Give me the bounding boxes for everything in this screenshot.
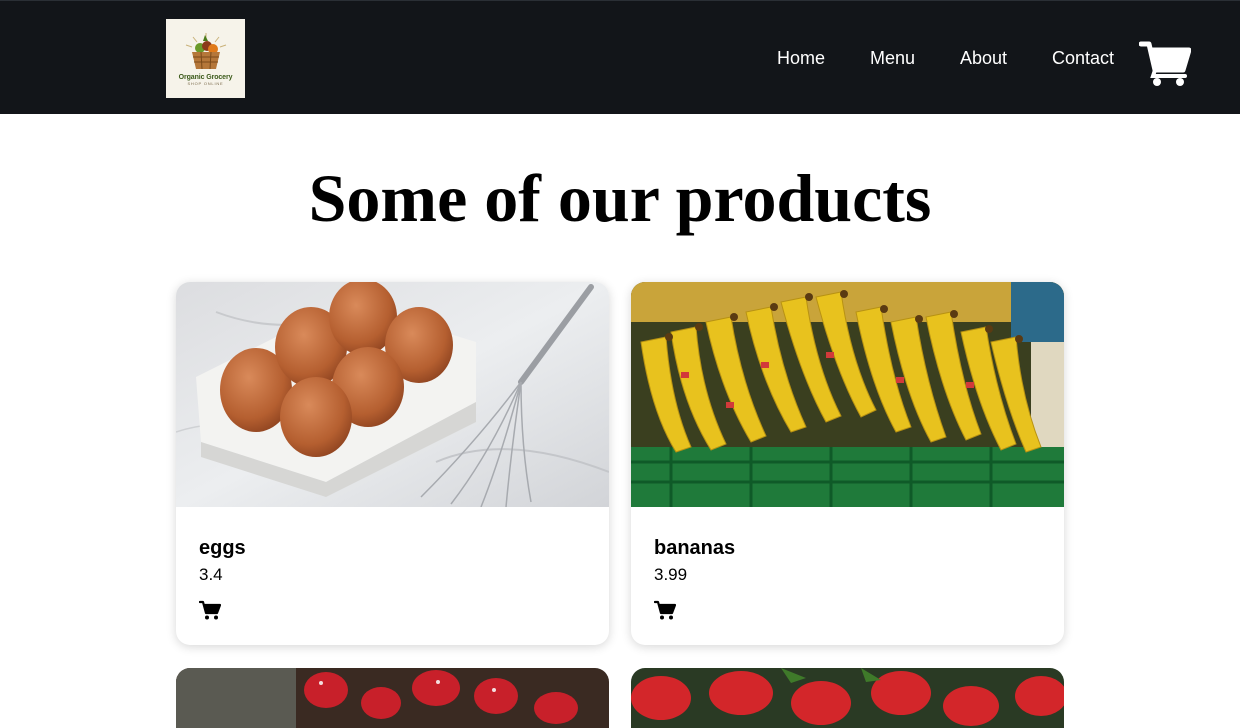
add-to-cart-button[interactable]: [198, 600, 222, 620]
nav-link-contact[interactable]: Contact: [1052, 47, 1114, 69]
product-price: 3.99: [654, 565, 688, 584]
strawberries-photo: [176, 668, 609, 728]
product-card-partial-2: [631, 668, 1064, 728]
nav-link-home[interactable]: Home: [777, 47, 825, 69]
product-card-bananas: bananas 3.99: [631, 282, 1064, 645]
product-name: eggs: [199, 537, 246, 559]
navbar: Organic Grocery SHOP ONLINE Home Menu Ab…: [0, 0, 1240, 114]
nav-link-menu[interactable]: Menu: [870, 47, 915, 69]
strawberries-photo: [631, 668, 1064, 728]
shopping-cart-icon: [1138, 41, 1192, 86]
page-title: Some of our products: [308, 160, 932, 236]
nav-link-about[interactable]: About: [960, 47, 1007, 69]
product-name: bananas: [654, 537, 736, 559]
logo-subtitle: SHOP ONLINE: [187, 81, 224, 86]
main-nav: Home Menu About Contact: [0, 47, 1240, 69]
bananas-photo: [631, 282, 1064, 507]
add-to-cart-button[interactable]: [653, 600, 677, 620]
product-image-eggs: [176, 282, 609, 507]
shopping-cart-icon: [198, 600, 222, 620]
product-card-eggs: eggs 3.4: [176, 282, 609, 645]
product-card-partial-1: [176, 668, 609, 728]
eggs-photo: [176, 282, 609, 507]
product-image-bananas: [631, 282, 1064, 507]
shopping-cart-icon: [653, 600, 677, 620]
cart-button[interactable]: [1138, 40, 1192, 87]
logo-title: Organic Grocery: [178, 74, 233, 81]
product-price: 3.4: [199, 565, 223, 584]
